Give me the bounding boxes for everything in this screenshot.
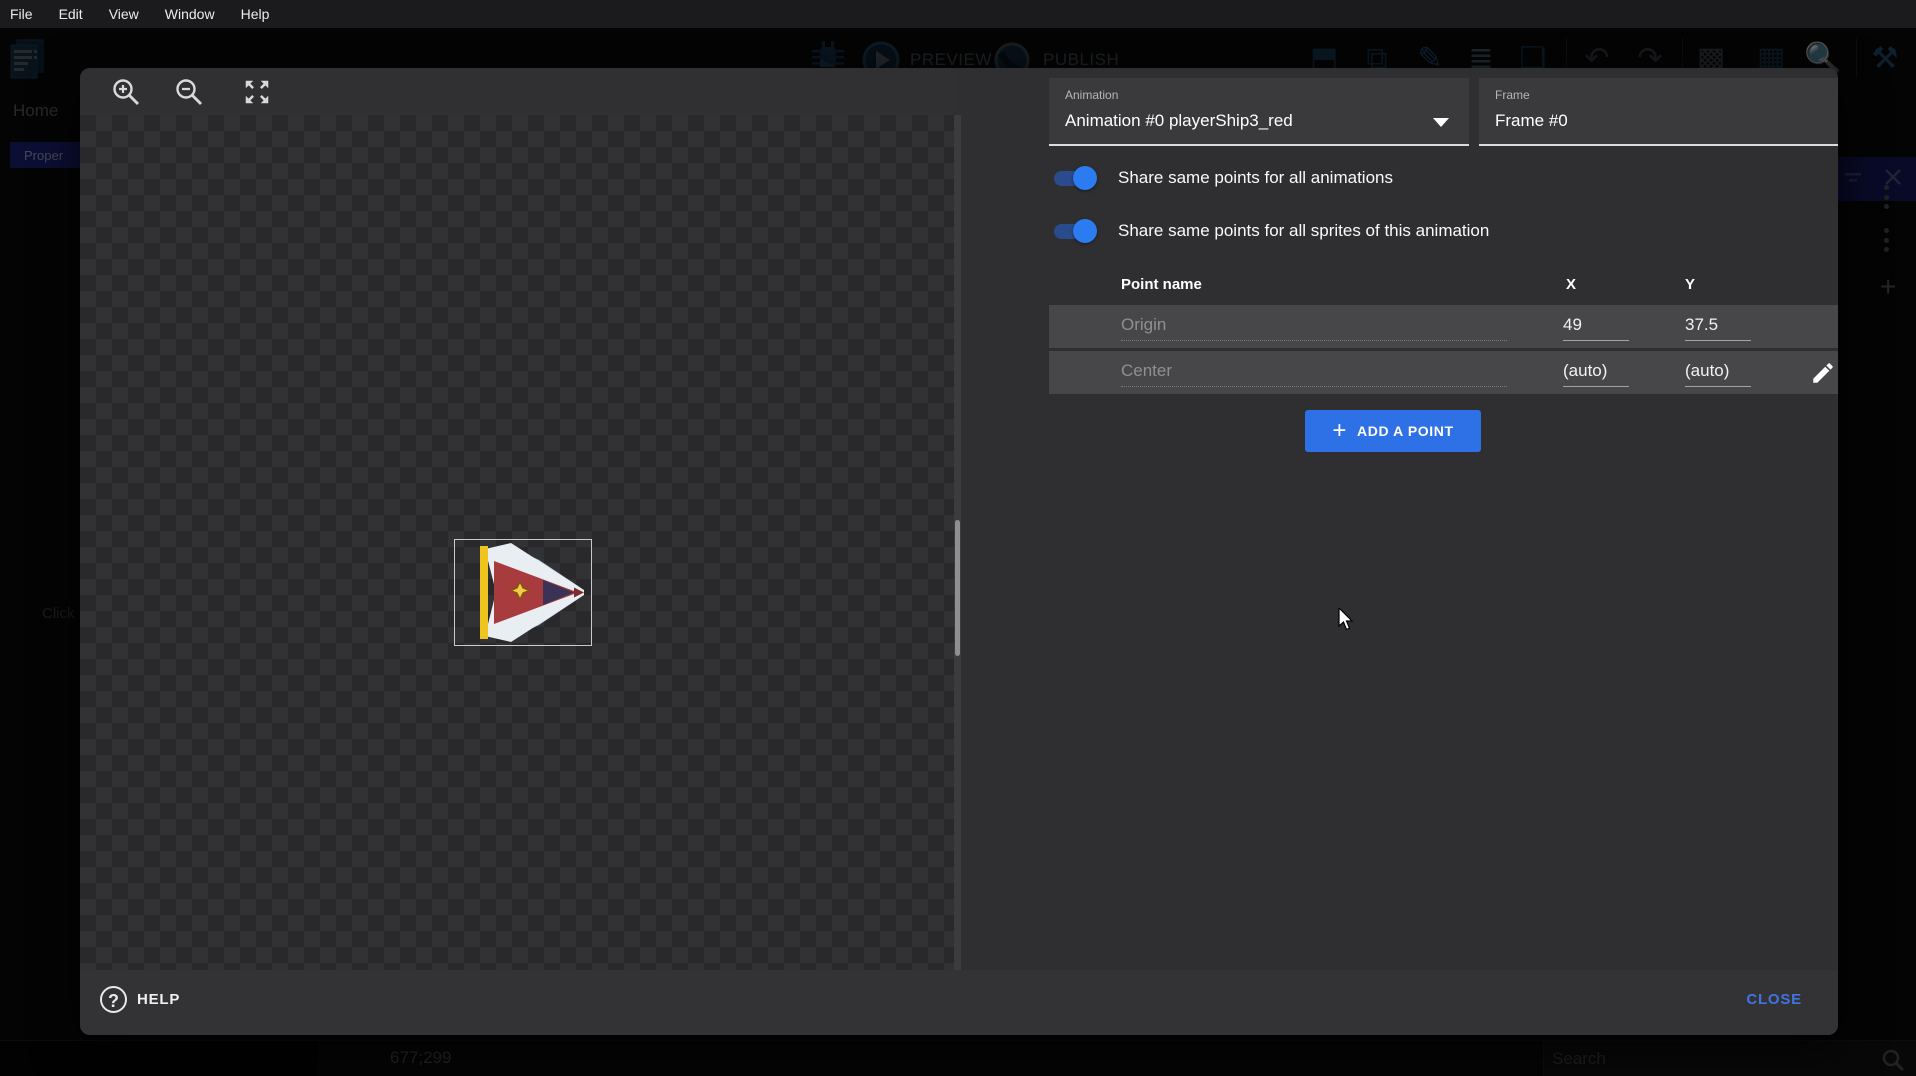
column-y: Y xyxy=(1685,276,1695,293)
menu-file[interactable]: File xyxy=(8,6,47,22)
sprite-bounding-box[interactable] xyxy=(454,539,592,646)
dialog-footer: ? HELP CLOSE xyxy=(80,970,1838,1035)
plus-icon: + xyxy=(1332,421,1347,441)
help-label: HELP xyxy=(137,991,180,1008)
help-icon: ? xyxy=(100,986,127,1013)
menu-view[interactable]: View xyxy=(107,6,153,22)
canvas-scrollbar[interactable] xyxy=(954,115,961,970)
point-y-field[interactable]: (auto) xyxy=(1685,361,1751,387)
share-points-all-animations-toggle[interactable] xyxy=(1054,165,1098,191)
share-points-all-sprites-toggle[interactable] xyxy=(1054,218,1098,244)
points-panel: Animation Animation #0 playerShip3_red F… xyxy=(961,68,1838,970)
share-points-all-sprites-row: Share same points for all sprites of thi… xyxy=(1054,217,1489,245)
zoom-in-icon[interactable] xyxy=(111,77,141,107)
animation-select-value: Animation #0 playerShip3_red xyxy=(1065,111,1293,131)
frame-select[interactable]: Frame Frame #0 xyxy=(1479,78,1838,146)
menu-help[interactable]: Help xyxy=(239,6,284,22)
toggle-label: Share same points for all animations xyxy=(1118,168,1393,188)
column-x: X xyxy=(1566,276,1576,293)
point-x-field[interactable]: (auto) xyxy=(1563,361,1629,387)
points-table-header: Point name X Y xyxy=(1049,270,1838,302)
table-row-center[interactable]: Center (auto) (auto) xyxy=(1049,351,1838,394)
chevron-down-icon xyxy=(1433,118,1449,127)
point-y-field[interactable]: 37.5 xyxy=(1685,315,1751,341)
animation-select-label: Animation xyxy=(1065,88,1118,102)
scrollbar-thumb[interactable] xyxy=(955,520,960,656)
edit-pencil-icon[interactable] xyxy=(1810,360,1836,386)
edit-points-dialog: Animation Animation #0 playerShip3_red F… xyxy=(80,68,1838,1035)
share-points-all-animations-row: Share same points for all animations xyxy=(1054,164,1393,192)
point-name-field[interactable]: Origin xyxy=(1121,315,1507,341)
toggle-label: Share same points for all sprites of thi… xyxy=(1118,221,1489,241)
frame-select-label: Frame xyxy=(1495,88,1530,102)
point-name-field[interactable]: Center xyxy=(1121,361,1507,387)
menu-bar: File Edit View Window Help xyxy=(0,0,1916,28)
add-a-point-button[interactable]: + ADD A POINT xyxy=(1305,410,1481,452)
app-window: PREVIEW PUBLISH ⬒ ⧉ ✎ ≣ ❏ ↶ ↷ ▩ ▦ 🔍 ⚒ Ho… xyxy=(0,0,1916,1076)
frame-select-value: Frame #0 xyxy=(1495,111,1568,131)
add-a-point-label: ADD A POINT xyxy=(1357,423,1454,439)
close-button[interactable]: CLOSE xyxy=(1740,990,1808,1009)
sprite-preview-canvas[interactable] xyxy=(80,115,954,970)
menu-edit[interactable]: Edit xyxy=(57,6,97,22)
table-row-origin[interactable]: Origin 49 37.5 xyxy=(1049,305,1838,348)
player-ship-sprite xyxy=(455,540,591,645)
mouse-cursor xyxy=(1338,608,1358,632)
canvas-toolbar xyxy=(80,68,954,115)
menu-window[interactable]: Window xyxy=(163,6,229,22)
zoom-out-icon[interactable] xyxy=(174,77,204,107)
point-x-field[interactable]: 49 xyxy=(1563,315,1629,341)
fit-view-icon[interactable] xyxy=(242,77,272,107)
animation-select[interactable]: Animation Animation #0 playerShip3_red xyxy=(1049,78,1469,146)
column-point-name: Point name xyxy=(1121,276,1202,293)
help-button[interactable]: ? HELP xyxy=(100,986,180,1013)
